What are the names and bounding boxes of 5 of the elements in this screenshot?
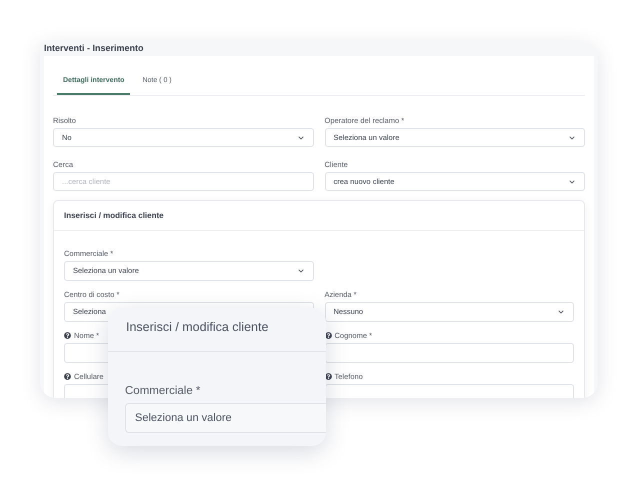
callout-title: Inserisci / modifica cliente [126, 319, 268, 336]
field-label: Commerciale * [125, 384, 200, 399]
card-title: Inserisci / modifica cliente [64, 210, 164, 222]
window-title: Interventi - Inserimento [44, 42, 144, 55]
select-field[interactable]: Seleziona un valore [125, 403, 326, 434]
